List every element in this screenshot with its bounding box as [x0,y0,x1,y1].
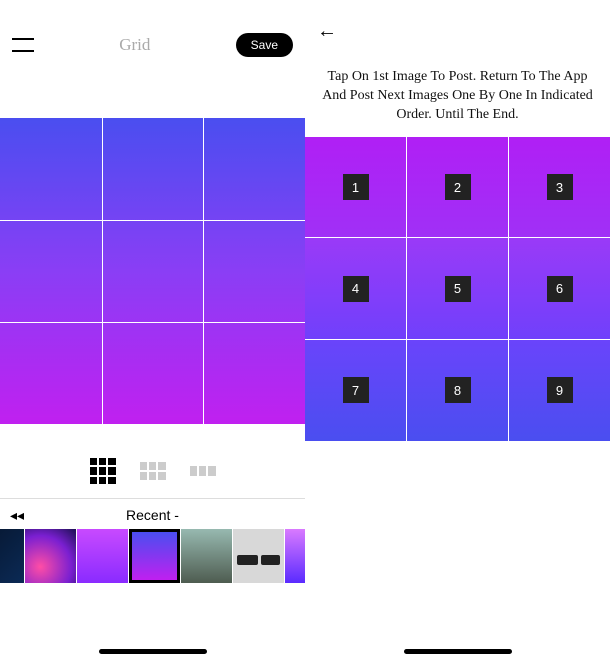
cell-number: 9 [547,377,573,403]
thumbnail[interactable] [77,529,128,583]
grid-cell-3[interactable]: 3 [509,137,610,238]
thumbnail[interactable] [25,529,76,583]
grid-cell-4[interactable]: 4 [305,238,406,339]
grid-cell-7[interactable]: 7 [305,340,406,441]
thumbnail-strip [0,529,305,583]
cell-number: 7 [343,377,369,403]
thumbnail[interactable] [285,529,305,583]
menu-icon[interactable] [12,38,34,52]
home-indicator [99,649,207,654]
cell-number: 6 [547,276,573,302]
grid-cell-5[interactable]: 5 [407,238,508,339]
back-arrow-icon[interactable]: ← [317,20,337,42]
page-title: Grid [119,35,150,55]
thumbnail[interactable] [181,529,232,583]
layout-3x1-icon[interactable] [190,466,216,476]
layout-3x3-icon[interactable] [90,458,116,484]
grid-line [203,118,204,424]
grid-line [0,220,305,221]
header: ← [305,0,610,62]
grid-cell-9[interactable]: 9 [509,340,610,441]
grid-line [102,118,103,424]
instructions-text: Tap On 1st Image To Post. Return To The … [305,62,610,137]
thumbnail[interactable] [233,529,284,583]
grid-preview[interactable] [0,118,305,424]
cell-number: 3 [547,174,573,200]
recent-label[interactable]: Recent - [126,507,179,523]
grid-cell-2[interactable]: 2 [407,137,508,238]
cell-number: 4 [343,276,369,302]
cell-number: 2 [445,174,471,200]
rewind-icon[interactable]: ◂◂ [10,507,24,524]
grid-cell-6[interactable]: 6 [509,238,610,339]
cell-number: 5 [445,276,471,302]
header: Grid Save [0,0,305,78]
save-button[interactable]: Save [236,33,293,57]
thumbnail-selected[interactable] [129,529,180,583]
layout-3x2-icon[interactable] [140,462,166,480]
cell-number: 1 [343,174,369,200]
grid-cell-1[interactable]: 1 [305,137,406,238]
layout-selector [0,424,305,499]
grid-editor-screen: Grid Save ◂◂ Recent - [0,0,305,660]
home-indicator [404,649,512,654]
numbered-grid: 1 2 3 4 5 6 7 8 9 [305,137,610,441]
recent-header: ◂◂ Recent - [0,499,305,529]
cell-number: 8 [445,377,471,403]
grid-line [0,322,305,323]
grid-cell-8[interactable]: 8 [407,340,508,441]
thumbnail[interactable] [0,529,24,583]
post-order-screen: ← Tap On 1st Image To Post. Return To Th… [305,0,610,660]
